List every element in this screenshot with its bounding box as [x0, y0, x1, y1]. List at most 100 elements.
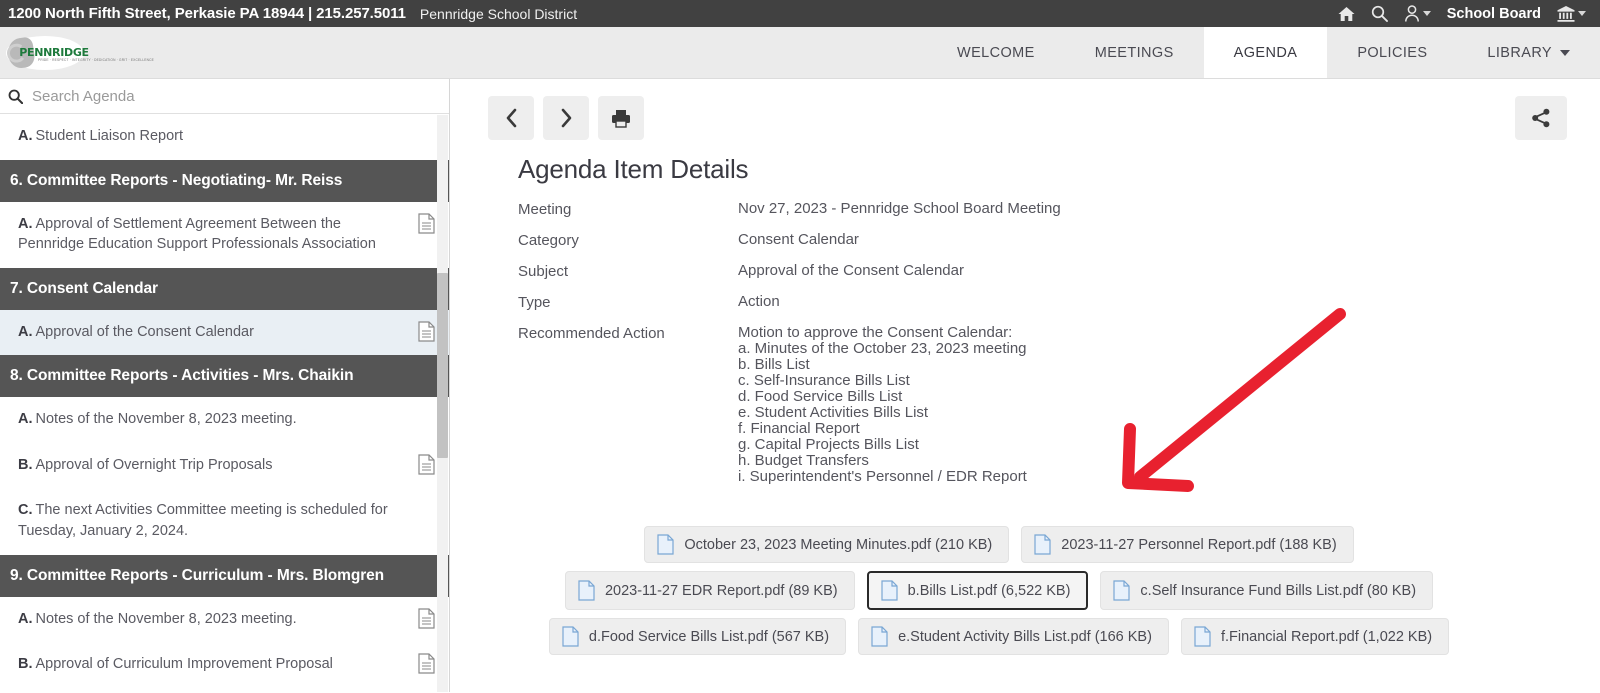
chevron-down-icon [1422, 11, 1431, 16]
site-logo[interactable]: PENNRIDGE PRIDE · RESPECT · INTEGRITY · … [0, 27, 220, 78]
item-letter: B. [18, 656, 33, 673]
nav-item-label: AGENDA [1233, 44, 1298, 61]
attachment-label: f.Financial Report.pdf (1,022 KB) [1220, 628, 1433, 645]
agenda-sidebar: A.Student Liaison Report 6. Committee Re… [0, 79, 450, 692]
agenda-section-header[interactable]: 8. Committee Reports - Activities - Mrs.… [0, 355, 449, 398]
section-label: 9. Committee Reports - Curriculum - Mrs.… [10, 566, 385, 584]
detail-label: Category [518, 232, 579, 249]
attachment-label: e.Student Activity Bills List.pdf (166 K… [898, 628, 1152, 645]
next-item-button[interactable] [543, 96, 589, 140]
list-item[interactable]: C. The next Activities Committee meeting … [0, 488, 449, 555]
document-icon[interactable] [418, 212, 435, 234]
sidebar-scrollbar-thumb[interactable] [437, 273, 448, 458]
nav-item-list: WELCOME MEETINGS AGENDA POLICIES LIBRARY [927, 27, 1600, 78]
agenda-detail-table: Meeting Nov 27, 2023 - Pennridge School … [450, 185, 1600, 485]
item-letter: B. [18, 456, 33, 473]
agenda-search-row [0, 79, 449, 114]
pdf-file-icon [1194, 626, 1211, 648]
user-account-menu[interactable] [1404, 5, 1431, 22]
item-text: Approval of Settlement Agreement Between… [18, 215, 376, 253]
attachment-button[interactable]: c.Self Insurance Fund Bills List.pdf (80… [1100, 571, 1434, 611]
nav-item-label: LIBRARY [1487, 44, 1552, 61]
list-item[interactable]: A. Approval of Settlement Agreement Betwe… [0, 201, 449, 268]
attachment-label: d.Food Service Bills List.pdf (567 KB) [588, 628, 830, 645]
item-text: The next Activities Committee meeting is… [18, 502, 388, 540]
nav-item-label: WELCOME [957, 44, 1035, 61]
nav-item-agenda[interactable]: AGENDA [1203, 27, 1328, 78]
attachment-button[interactable]: f.Financial Report.pdf (1,022 KB) [1180, 618, 1450, 656]
pdf-file-icon [881, 580, 898, 602]
nav-item-meetings[interactable]: MEETINGS [1065, 27, 1204, 78]
chevron-down-icon [1560, 49, 1570, 56]
pdf-file-icon [578, 580, 595, 602]
item-text: Approval of the Consent Calendar [35, 323, 254, 340]
attachment-button[interactable]: 2023-11-27 Personnel Report.pdf (188 KB) [1021, 526, 1354, 564]
detail-row-meeting: Meeting Nov 27, 2023 - Pennridge School … [518, 201, 1600, 218]
document-icon[interactable] [418, 608, 435, 629]
user-account-icon [1404, 5, 1420, 22]
logo-wordmark: PENNRIDGE [19, 46, 89, 59]
attachment-button[interactable]: e.Student Activity Bills List.pdf (166 K… [858, 618, 1169, 656]
attachment-list: October 23, 2023 Meeting Minutes.pdf (21… [504, 499, 1494, 656]
agenda-section-header[interactable]: 7. Consent Calendar [0, 267, 449, 310]
nav-item-library[interactable]: LIBRARY [1457, 27, 1600, 78]
attachment-button-focused[interactable]: b.Bills List.pdf (6,522 KB) [866, 571, 1089, 611]
item-text: Student Liaison Report [35, 128, 184, 144]
attachment-button[interactable]: October 23, 2023 Meeting Minutes.pdf (21… [644, 526, 1010, 564]
document-icon[interactable] [418, 653, 435, 674]
search-input[interactable] [32, 87, 441, 105]
page-title: Agenda Item Details [518, 154, 749, 184]
print-button[interactable] [598, 96, 644, 140]
agenda-section-header[interactable]: 6. Committee Reports - Negotiating- Mr. … [0, 159, 449, 202]
list-item-partial[interactable] [0, 687, 449, 692]
attachment-label: 2023-11-27 EDR Report.pdf (89 KB) [604, 582, 838, 599]
detail-label: Recommended Action [518, 325, 665, 342]
share-button[interactable] [1515, 96, 1567, 140]
detail-value: Action [738, 293, 780, 310]
institution-menu[interactable] [1557, 5, 1586, 22]
agenda-section-header[interactable]: 9. Committee Reports - Curriculum - Mrs.… [0, 554, 449, 597]
sidebar-scrollbar[interactable] [437, 115, 448, 692]
item-text: Approval of Overnight Trip Proposals [35, 456, 273, 473]
item-letter: A. [18, 411, 33, 428]
nav-item-label: MEETINGS [1094, 44, 1174, 61]
list-item[interactable]: A. Student Liaison Report [0, 114, 449, 160]
list-item[interactable]: B. Approval of Curriculum Improvement Pro… [0, 642, 449, 688]
pdf-file-icon [871, 626, 888, 648]
attachment-button[interactable]: 2023-11-27 EDR Report.pdf (89 KB) [564, 571, 855, 611]
detail-row-category: Category Consent Calendar [518, 232, 1600, 249]
district-name: Pennridge School District [419, 5, 578, 22]
list-item-selected[interactable]: A. Approval of the Consent Calendar [0, 309, 449, 356]
document-icon[interactable] [418, 321, 435, 342]
search-icon[interactable] [1371, 5, 1388, 22]
pdf-file-icon [657, 534, 674, 556]
list-item[interactable]: A. Notes of the November 8, 2023 meeting. [0, 596, 449, 643]
detail-label: Subject [518, 263, 569, 280]
pdf-file-icon [562, 626, 579, 648]
school-board-label: School Board [1446, 5, 1541, 22]
detail-value: Nov 27, 2023 - Pennridge School Board Me… [738, 200, 1061, 217]
attachment-button[interactable]: d.Food Service Bills List.pdf (567 KB) [548, 618, 847, 656]
previous-item-button[interactable] [488, 96, 534, 140]
bank-institution-icon [1557, 5, 1575, 22]
item-letter: A. [18, 215, 33, 232]
document-icon[interactable] [418, 454, 435, 475]
nav-item-welcome[interactable]: WELCOME [927, 27, 1065, 78]
section-label: 8. Committee Reports - Activities - Mrs.… [10, 367, 354, 385]
detail-label: Type [518, 294, 551, 311]
detail-value: Approval of the Consent Calendar [738, 262, 964, 279]
page-body: A.Student Liaison Report 6. Committee Re… [0, 79, 1600, 692]
district-address: 1200 North Fifth Street, Perkasie PA 189… [8, 5, 406, 22]
agenda-item-list: A. Student Liaison Report 6. Committee Re… [0, 114, 449, 692]
list-item[interactable]: B. Approval of Overnight Trip Proposals [0, 442, 449, 489]
list-item[interactable]: A. Notes of the November 8, 2023 meeting. [0, 397, 449, 443]
nav-item-policies[interactable]: POLICIES [1327, 27, 1457, 78]
attachment-label: c.Self Insurance Fund Bills List.pdf (80… [1140, 582, 1417, 599]
search-icon [8, 89, 23, 104]
detail-row-type: Type Action [518, 294, 1600, 311]
detail-value: Consent Calendar [738, 231, 859, 248]
home-icon[interactable] [1338, 6, 1355, 22]
attachment-label: 2023-11-27 Personnel Report.pdf (188 KB) [1061, 536, 1337, 553]
item-text: Approval of Curriculum Improvement Propo… [35, 656, 333, 673]
detail-toolbar [450, 79, 1600, 140]
